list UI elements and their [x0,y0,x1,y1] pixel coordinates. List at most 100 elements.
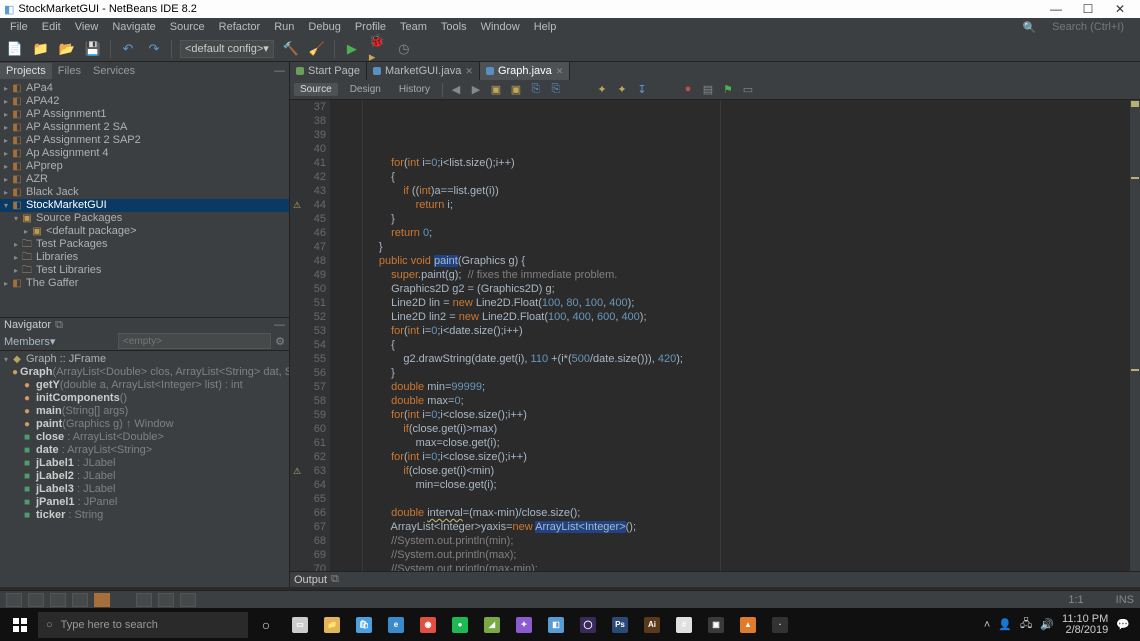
taskbar-app-app1[interactable]: ▣ [700,610,732,640]
navigator-minimize-button[interactable]: — [274,319,285,331]
menu-navigate[interactable]: Navigate [106,21,161,33]
menu-file[interactable]: File [4,21,34,33]
navigator-view-combo[interactable]: Members▾ [4,335,114,348]
tray-up-icon[interactable]: ˄ [984,619,990,631]
network-icon[interactable]: 🖧 [1020,615,1032,634]
tab-projects[interactable]: Projects [0,63,52,79]
editor-tool-button[interactable]: ▣ [489,83,503,97]
start-button[interactable] [4,610,36,640]
editor-nav-back-button[interactable]: ◀ [449,83,463,97]
taskbar-app-eclipse[interactable]: ◯ [572,610,604,640]
taskbar-app-app2[interactable]: ∙ [764,610,796,640]
run-button[interactable]: ▶ [343,40,361,58]
project-node[interactable]: ▸◧AP Assignment 2 SA [0,121,289,134]
redo-button[interactable]: ↷ [145,40,163,58]
editor-tool-button[interactable]: ⎘ [549,83,563,97]
people-icon[interactable]: 👤 [998,618,1012,631]
notifications-icon[interactable]: 💬 [1116,618,1130,631]
navigator-node[interactable]: ■jLabel3 : JLabel [0,483,289,496]
navigator-node[interactable]: ■close : ArrayList<Double> [0,431,289,444]
status-button[interactable] [158,593,174,607]
clock[interactable]: 11:10 PM 2/8/2019 [1062,614,1108,636]
close-button[interactable]: ✕ [1104,2,1136,16]
project-node[interactable]: ▸◧AP Assignment 2 SAP2 [0,134,289,147]
navigator-node[interactable]: ●paint(Graphics g) ↑ Window [0,418,289,431]
project-node[interactable]: ▸◧APprep [0,160,289,173]
navigator-node[interactable]: ■date : ArrayList<String> [0,444,289,457]
status-button[interactable] [72,593,88,607]
subtab-history[interactable]: History [393,83,436,96]
menu-run[interactable]: Run [268,21,300,33]
save-all-button[interactable]: 💾 [84,40,102,58]
file-tab[interactable]: MarketGUI.java✕ [367,62,480,80]
project-node[interactable]: ▸◧Ap Assignment 4 [0,147,289,160]
taskbar-app-vlc[interactable]: ▲ [732,610,764,640]
status-button[interactable] [136,593,152,607]
project-node[interactable]: ▸◧Black Jack [0,186,289,199]
debug-button[interactable]: 🐞▸ [369,40,387,58]
menu-tools[interactable]: Tools [435,21,473,33]
menu-edit[interactable]: Edit [36,21,67,33]
subtab-source[interactable]: Source [294,83,338,96]
file-tab[interactable]: Graph.java✕ [480,62,570,80]
maximize-button[interactable]: ☐ [1072,2,1104,16]
close-tab-icon[interactable]: ✕ [556,66,564,77]
navigator-node[interactable]: ■jLabel1 : JLabel [0,457,289,470]
taskbar-app-ai[interactable]: Ai [636,610,668,640]
menu-profile[interactable]: Profile [349,21,392,33]
project-node[interactable]: ▸🗀Libraries [0,251,289,264]
projects-tree[interactable]: ▸◧APa4▸◧APA42▸◧AP Assignment1▸◧AP Assign… [0,80,289,317]
undo-button[interactable]: ↶ [119,40,137,58]
taskbar-app-store[interactable]: 🛍 [348,610,380,640]
project-node[interactable]: ▸◧AP Assignment1 [0,108,289,121]
menu-window[interactable]: Window [475,21,526,33]
taskbar-app-slack[interactable]: # [668,610,700,640]
menu-view[interactable]: View [69,21,105,33]
config-combo[interactable]: <default config>▾ [180,40,274,58]
taskbar-app-spotify[interactable]: ● [444,610,476,640]
taskbar-app-task-view[interactable]: ▭ [284,610,316,640]
new-project-button[interactable]: 📁 [32,40,50,58]
project-node[interactable]: ▸🗀Test Packages [0,238,289,251]
taskbar-app-ps[interactable]: Ps [604,610,636,640]
volume-icon[interactable]: 🔊 [1040,618,1054,631]
editor-tool-button[interactable]: ✦ [615,83,629,97]
navigator-node[interactable]: ▾◆Graph :: JFrame [0,353,289,366]
taskbar-app-chrome[interactable]: ◉ [412,610,444,640]
navigator-node[interactable]: ●getY(double a, ArrayList<Integer> list)… [0,379,289,392]
navigator-node[interactable]: ●main(String[] args) [0,405,289,418]
navigator-node[interactable]: ■jLabel2 : JLabel [0,470,289,483]
editor-stop-button[interactable]: ● [681,83,695,97]
cortana-button[interactable]: ○ [250,610,282,640]
project-node[interactable]: ▸◧APA42 [0,95,289,108]
navigator-node[interactable]: ■ticker : String [0,509,289,522]
menu-source[interactable]: Source [164,21,211,33]
file-tab[interactable]: Start Page [290,62,367,80]
editor-nav-fwd-button[interactable]: ▶ [469,83,483,97]
project-node[interactable]: ▸◧APa4 [0,82,289,95]
clean-build-button[interactable]: 🧹 [308,40,326,58]
taskbar-search[interactable]: ○ Type here to search [38,612,248,638]
tab-services[interactable]: Services [87,63,141,79]
close-tab-icon[interactable]: ✕ [465,66,473,77]
editor-tool-button[interactable]: ▤ [701,83,715,97]
project-node[interactable]: ▾▣Source Packages [0,212,289,225]
error-stripe[interactable] [1130,100,1140,571]
editor-tool-button[interactable]: ⎘ [529,83,543,97]
navigator-settings-button[interactable]: ⚙ [275,335,285,348]
taskbar-app-edge[interactable]: e [380,610,412,640]
output-panel-header[interactable]: Output⧉ [290,571,1140,587]
code-editor[interactable]: ⚠⚠ 3738394041424344454647484950515253545… [290,100,1140,571]
taskbar-app-explorer[interactable]: 📁 [316,610,348,640]
menu-team[interactable]: Team [394,21,433,33]
editor-tool-button[interactable]: ▣ [509,83,523,97]
taskbar-app-netbeans[interactable]: ◧ [540,610,572,640]
navigator-node[interactable]: ●Graph(ArrayList<Double> clos, ArrayList… [0,366,289,379]
project-node[interactable]: ▸◧The Gaffer [0,277,289,290]
editor-tool-button[interactable]: ▭ [741,83,755,97]
menu-refactor[interactable]: Refactor [213,21,267,33]
taskbar-app-vs[interactable]: ✦ [508,610,540,640]
profile-button[interactable]: ◷ [395,40,413,58]
tab-files[interactable]: Files [52,63,87,79]
menu-help[interactable]: Help [528,21,563,33]
